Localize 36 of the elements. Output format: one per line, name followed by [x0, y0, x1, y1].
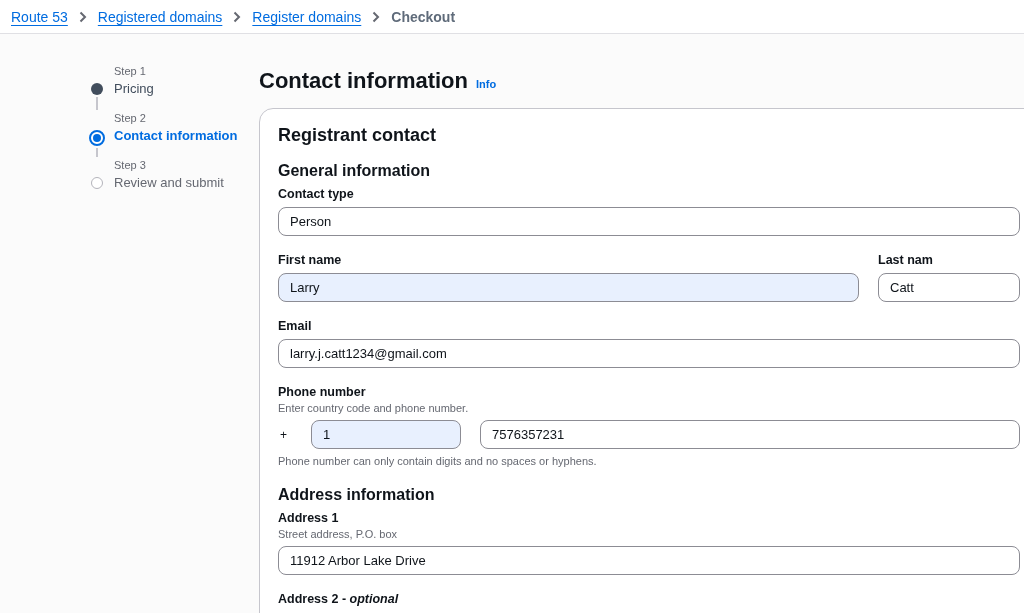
phone-number-field[interactable]: 7576357231: [480, 420, 1020, 449]
breadcrumb-link[interactable]: Registered domains: [97, 8, 223, 25]
breadcrumb-current: Checkout: [391, 8, 456, 25]
input-field[interactable]: Person: [278, 207, 1020, 236]
step-link[interactable]: Review and submit: [114, 173, 224, 193]
step-number: Step 2: [114, 111, 147, 126]
field-label: Email: [278, 318, 313, 334]
chevron-right-icon: [233, 10, 242, 23]
breadcrumb-link[interactable]: Register domains: [252, 8, 362, 25]
input-field[interactable]: 11912 Arbor Lake Drive: [278, 546, 1020, 575]
field-label: Last nam: [878, 252, 934, 268]
breadcrumb-link[interactable]: Route 53: [11, 8, 68, 25]
country-code-field[interactable]: 1: [311, 420, 461, 449]
input-field[interactable]: Larry: [278, 273, 859, 302]
page-title: Contact information: [259, 67, 468, 95]
info-link[interactable]: Info: [476, 78, 497, 90]
plus-sign: +: [279, 427, 288, 442]
constraint-text: Phone number can only contain digits and no spaces or hyphens.: [278, 454, 598, 468]
field-label: Phone number: [278, 384, 367, 400]
card-title: Registrant contact: [278, 124, 438, 147]
field-label: Address 1: [278, 510, 340, 526]
step-link[interactable]: Contact information: [114, 126, 238, 146]
step-number: Step 3: [114, 158, 147, 173]
input-field[interactable]: larry.j.catt1234@gmail.com: [278, 339, 1020, 368]
chevron-right-icon: [78, 10, 87, 23]
section-heading: Address information: [278, 485, 436, 505]
field-label: Address 2 - optional: [278, 591, 400, 607]
field-description: Street address, P.O. box: [278, 527, 399, 541]
field-label: First name: [278, 252, 343, 268]
input-field[interactable]: Catt: [878, 273, 1020, 302]
field-label: Contact type: [278, 186, 355, 202]
step-number: Step 1: [114, 64, 147, 79]
field-description: Enter country code and phone number.: [278, 401, 470, 415]
step-link[interactable]: Pricing: [114, 79, 154, 99]
section-heading: General information: [278, 161, 432, 181]
chevron-right-icon: [372, 10, 381, 23]
